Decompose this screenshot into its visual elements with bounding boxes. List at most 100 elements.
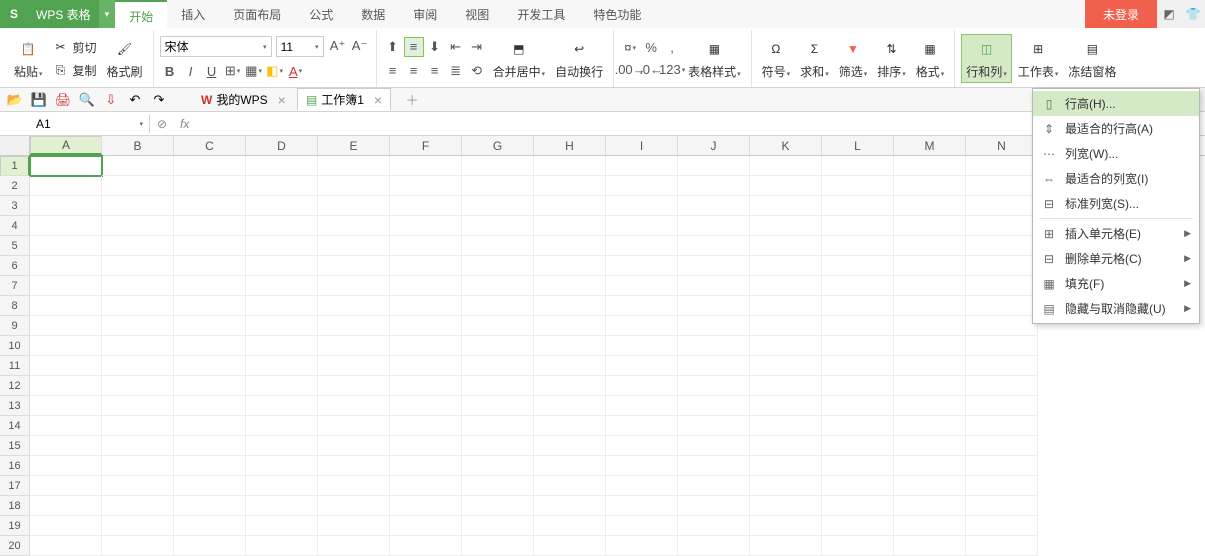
cell[interactable] (462, 316, 534, 336)
cell[interactable] (822, 176, 894, 196)
cell[interactable] (462, 476, 534, 496)
cell[interactable] (750, 436, 822, 456)
menu-tab-5[interactable]: 审阅 (399, 0, 451, 28)
cell[interactable] (966, 336, 1038, 356)
dropdown-item[interactable]: ⊟标准列宽(S)... (1033, 191, 1199, 216)
cell[interactable] (246, 216, 318, 236)
cell[interactable] (102, 476, 174, 496)
cell[interactable] (390, 516, 462, 536)
row-header[interactable]: 10 (0, 336, 30, 356)
cell[interactable] (534, 476, 606, 496)
cell[interactable] (822, 196, 894, 216)
rowcol-button[interactable]: ◫行和列▾ (961, 34, 1012, 83)
cell[interactable] (894, 156, 966, 176)
copy-button[interactable]: ⎘复制 (49, 60, 101, 81)
cell[interactable] (534, 236, 606, 256)
app-dropdown[interactable]: ▾ (99, 0, 116, 28)
currency-button[interactable]: ¤▾ (620, 38, 640, 58)
cell[interactable] (462, 256, 534, 276)
cell[interactable] (318, 396, 390, 416)
cell[interactable] (174, 236, 246, 256)
cell[interactable] (462, 156, 534, 176)
cell[interactable] (534, 536, 606, 556)
cell[interactable] (606, 376, 678, 396)
cell[interactable] (174, 256, 246, 276)
cell[interactable] (894, 336, 966, 356)
cell[interactable] (534, 356, 606, 376)
cell[interactable] (534, 276, 606, 296)
cell[interactable] (246, 436, 318, 456)
row-header[interactable]: 7 (0, 276, 30, 296)
cell[interactable] (678, 316, 750, 336)
cell[interactable] (102, 536, 174, 556)
cell[interactable] (966, 316, 1038, 336)
row-header[interactable]: 14 (0, 416, 30, 436)
cell[interactable] (606, 476, 678, 496)
cell[interactable] (678, 236, 750, 256)
cell[interactable] (174, 196, 246, 216)
cell[interactable] (390, 176, 462, 196)
cell[interactable] (390, 276, 462, 296)
col-header[interactable]: B (102, 136, 174, 155)
cell[interactable] (246, 416, 318, 436)
cell[interactable] (318, 316, 390, 336)
cell[interactable] (966, 176, 1038, 196)
cell[interactable] (966, 476, 1038, 496)
cell[interactable] (606, 316, 678, 336)
row-header[interactable]: 1 (0, 156, 30, 176)
cell[interactable] (606, 216, 678, 236)
fx-stop-icon[interactable]: ⊘ (150, 117, 174, 131)
save-icon[interactable]: 💾 (30, 91, 48, 109)
cell[interactable] (30, 156, 102, 176)
cell[interactable] (246, 236, 318, 256)
cell[interactable] (462, 236, 534, 256)
cell[interactable] (318, 276, 390, 296)
sort-button[interactable]: ⇅排序▾ (873, 35, 910, 82)
cell[interactable] (678, 196, 750, 216)
italic-button[interactable]: I (181, 61, 201, 81)
sum-button[interactable]: Σ求和▾ (796, 35, 833, 82)
cell[interactable] (894, 196, 966, 216)
cell[interactable] (318, 436, 390, 456)
cell[interactable] (246, 476, 318, 496)
cell[interactable] (966, 276, 1038, 296)
cell[interactable] (462, 276, 534, 296)
align-dist-button[interactable]: ≣ (446, 61, 466, 81)
cell[interactable] (246, 316, 318, 336)
select-all-corner[interactable] (0, 136, 30, 155)
cell[interactable] (174, 276, 246, 296)
cell[interactable] (894, 436, 966, 456)
dropdown-item[interactable]: ▤隐藏与取消隐藏(U)▶ (1033, 296, 1199, 321)
cell[interactable] (246, 516, 318, 536)
cell[interactable] (534, 416, 606, 436)
align-top-button[interactable]: ⬆ (383, 37, 403, 57)
cell[interactable] (534, 396, 606, 416)
cell[interactable] (678, 536, 750, 556)
login-button[interactable]: 未登录 (1085, 0, 1157, 28)
cell[interactable] (318, 296, 390, 316)
cell[interactable] (174, 316, 246, 336)
cell[interactable] (678, 216, 750, 236)
col-header[interactable]: N (966, 136, 1038, 155)
cell[interactable] (462, 516, 534, 536)
cell[interactable] (822, 216, 894, 236)
cell[interactable] (750, 496, 822, 516)
cell[interactable] (678, 516, 750, 536)
cell[interactable] (246, 356, 318, 376)
col-header[interactable]: I (606, 136, 678, 155)
cell[interactable] (174, 296, 246, 316)
cell[interactable] (606, 436, 678, 456)
filter-button[interactable]: ▼筛选▾ (835, 35, 872, 82)
cell[interactable] (390, 256, 462, 276)
cell[interactable] (246, 196, 318, 216)
cell[interactable] (822, 156, 894, 176)
cell[interactable] (966, 296, 1038, 316)
cell[interactable] (966, 436, 1038, 456)
cell[interactable] (246, 536, 318, 556)
cell[interactable] (894, 176, 966, 196)
cell[interactable] (390, 536, 462, 556)
cell[interactable] (246, 276, 318, 296)
indent-right-button[interactable]: ⇥ (467, 37, 487, 57)
cell[interactable] (174, 356, 246, 376)
cell[interactable] (390, 356, 462, 376)
